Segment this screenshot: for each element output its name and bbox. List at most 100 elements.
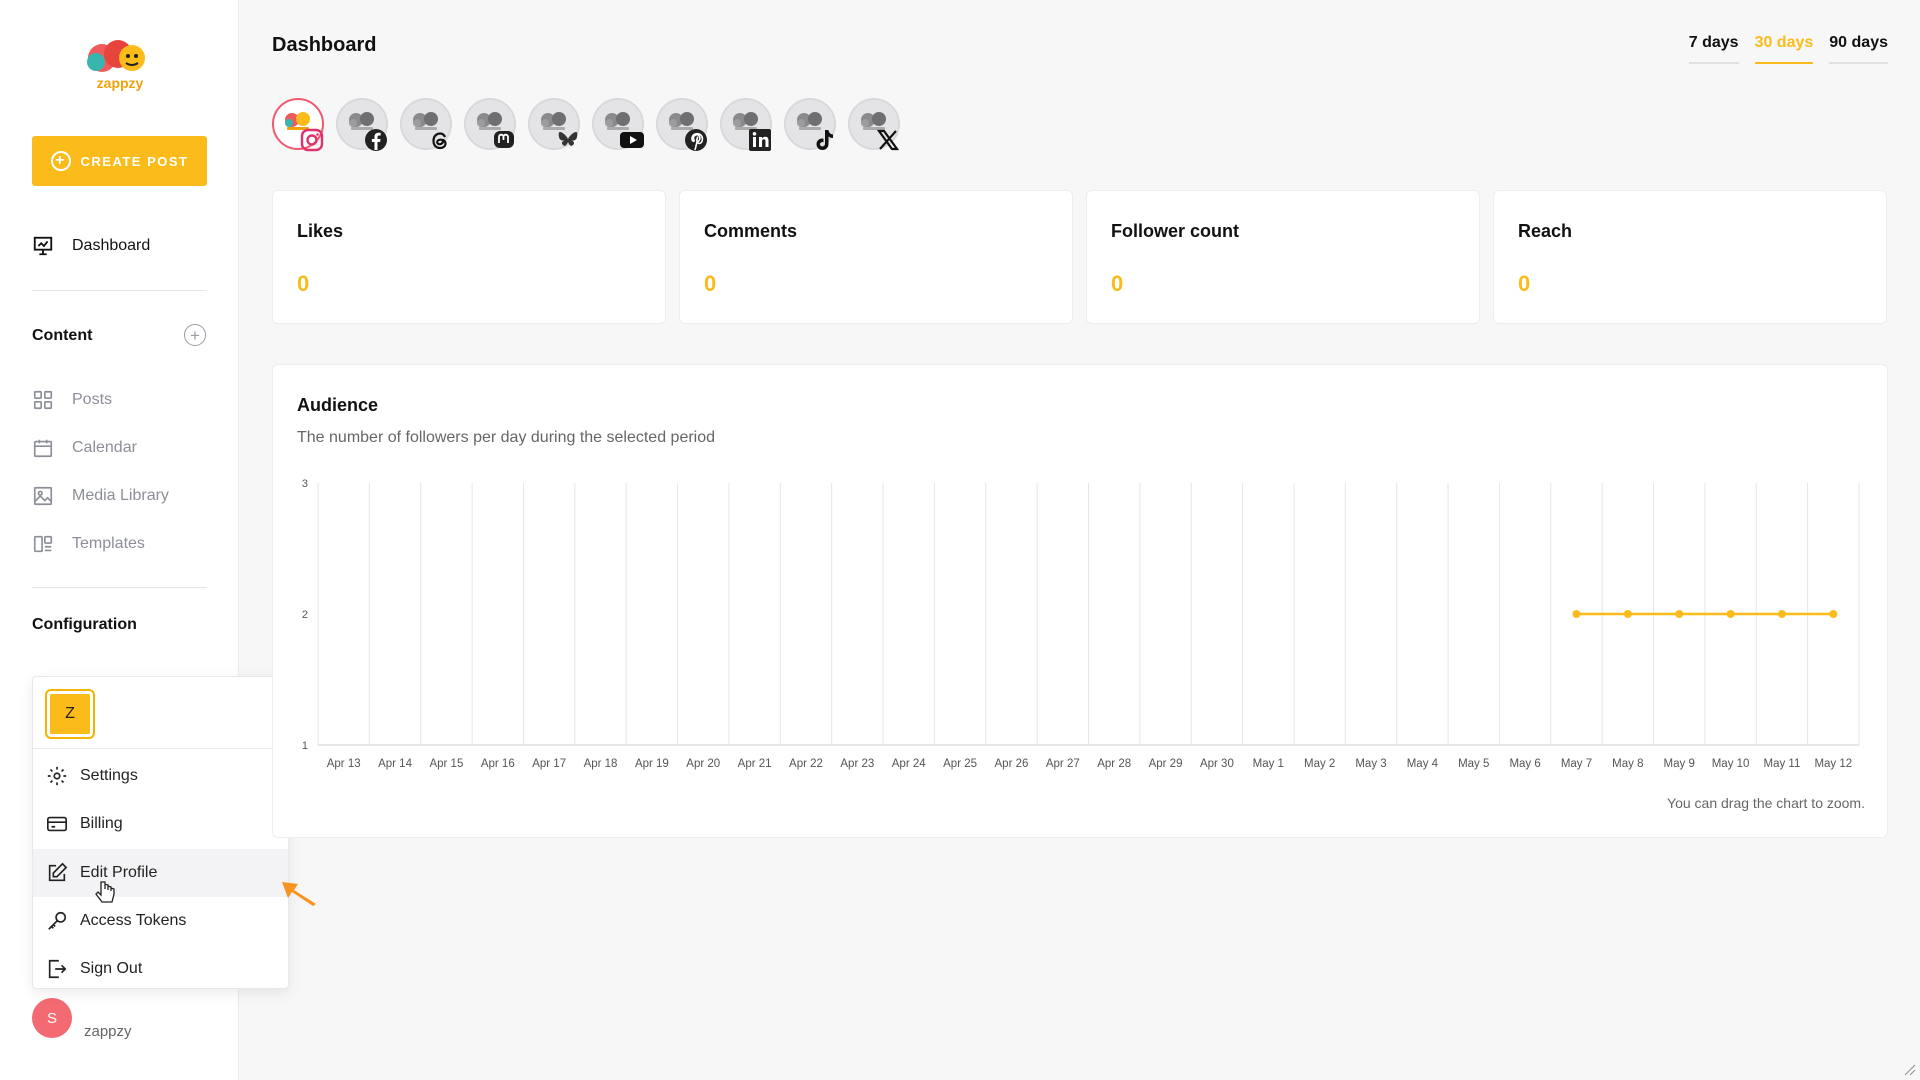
bluesky-icon bbox=[558, 132, 578, 146]
instagram-icon bbox=[300, 128, 324, 152]
chart-zoom-note: You can drag the chart to zoom. bbox=[1667, 795, 1865, 811]
threads-icon bbox=[432, 132, 447, 150]
youtube-icon bbox=[620, 132, 644, 148]
menu-divider bbox=[33, 748, 288, 749]
menu-item-sign-out[interactable]: Sign Out bbox=[33, 945, 288, 993]
stat-label: Comments bbox=[704, 221, 798, 241]
credit-card-icon bbox=[47, 816, 67, 832]
tab-7-days[interactable]: 7 days bbox=[1688, 34, 1739, 64]
sidebar-item-media-library[interactable]: Media Library bbox=[32, 485, 169, 507]
logo-text: zappzy bbox=[97, 75, 144, 91]
account-avatar-bluesky[interactable] bbox=[528, 98, 580, 150]
x-tick-label: May 5 bbox=[1458, 758, 1489, 770]
y-tick-label: 3 bbox=[302, 478, 308, 490]
chart-subtitle: The number of followers per day during t… bbox=[297, 429, 716, 446]
x-tick-label: May 7 bbox=[1561, 758, 1592, 770]
x-tick-label: Apr 19 bbox=[635, 758, 669, 770]
menu-item-settings[interactable]: Settings bbox=[33, 752, 288, 800]
stat-card-reach: Reach 0 bbox=[1493, 190, 1887, 324]
sidebar-divider bbox=[32, 587, 207, 588]
x-tick-label: May 11 bbox=[1764, 758, 1801, 770]
create-post-label: CREATE POST bbox=[80, 153, 189, 169]
menu-item-billing[interactable]: Billing bbox=[33, 800, 288, 848]
gear-icon bbox=[47, 766, 67, 786]
chart-title: Audience bbox=[297, 395, 379, 415]
x-tick-label: Apr 17 bbox=[532, 758, 566, 770]
linkedin-icon bbox=[749, 129, 771, 151]
account-avatar-linkedin[interactable] bbox=[720, 98, 772, 151]
sidebar-item-dashboard[interactable]: Dashboard bbox=[32, 235, 150, 257]
user-name: zappzy bbox=[84, 1023, 132, 1040]
x-tick-label: Apr 28 bbox=[1097, 758, 1131, 770]
stat-value: 0 bbox=[704, 271, 717, 296]
menu-item-edit-profile[interactable]: Edit Profile bbox=[33, 849, 288, 897]
account-avatar-facebook[interactable] bbox=[336, 98, 388, 151]
x-tick-label: Apr 25 bbox=[943, 758, 977, 770]
profile-menu: Z Settings Billing Edit Profile Access T… bbox=[32, 676, 289, 989]
facebook-icon bbox=[365, 129, 387, 151]
resize-grip-icon[interactable] bbox=[1902, 1062, 1916, 1076]
menu-item-label: Edit Profile bbox=[80, 864, 158, 881]
x-tick-label: Apr 16 bbox=[481, 758, 515, 770]
account-avatar-mastodon[interactable] bbox=[464, 98, 516, 150]
x-tick-label: May 12 bbox=[1814, 758, 1852, 770]
create-post-button[interactable]: + CREATE POST bbox=[32, 136, 207, 186]
workspace-avatar[interactable]: Z bbox=[45, 689, 95, 739]
stat-value: 0 bbox=[1518, 271, 1531, 296]
add-content-icon[interactable]: + bbox=[184, 324, 206, 346]
x-tick-label: Apr 30 bbox=[1200, 758, 1234, 770]
edit-icon bbox=[48, 862, 68, 882]
x-tick-label: May 10 bbox=[1712, 758, 1750, 770]
grid-icon bbox=[33, 390, 53, 410]
menu-item-access-tokens[interactable]: Access Tokens bbox=[33, 897, 288, 945]
stat-card-comments: Comments 0 bbox=[679, 190, 1073, 324]
sidebar-item-posts[interactable]: Posts bbox=[32, 389, 112, 411]
account-avatar-threads[interactable] bbox=[400, 98, 452, 150]
x-tick-label: May 4 bbox=[1407, 758, 1439, 770]
tiktok-icon bbox=[816, 130, 833, 150]
account-avatar-youtube[interactable] bbox=[592, 98, 644, 150]
account-avatar-tiktok[interactable] bbox=[784, 98, 836, 150]
sidebar-item-templates[interactable]: Templates bbox=[32, 533, 145, 555]
x-tick-label: May 8 bbox=[1612, 758, 1643, 770]
data-point bbox=[1572, 610, 1581, 618]
user-avatar[interactable]: S bbox=[32, 998, 72, 1038]
x-tick-label: Apr 14 bbox=[378, 758, 412, 770]
account-avatar-instagram[interactable] bbox=[272, 98, 324, 152]
sidebar-item-calendar[interactable]: Calendar bbox=[32, 437, 137, 459]
x-tick-label: May 9 bbox=[1664, 758, 1695, 770]
configuration-section-title: Configuration bbox=[32, 616, 137, 633]
y-tick-label: 1 bbox=[302, 740, 308, 752]
tab-90-days[interactable]: 90 days bbox=[1829, 34, 1888, 64]
x-tick-label: Apr 24 bbox=[892, 758, 926, 770]
templates-icon bbox=[33, 535, 53, 553]
sidebar-item-label: Templates bbox=[72, 535, 145, 552]
data-point bbox=[1675, 610, 1684, 618]
stat-label: Likes bbox=[297, 221, 344, 241]
x-tick-label: May 3 bbox=[1355, 758, 1386, 770]
content-section-title: Content bbox=[32, 327, 93, 344]
hand-cursor-icon bbox=[95, 881, 115, 903]
x-tick-label: Apr 23 bbox=[840, 758, 874, 770]
x-tick-label: Apr 27 bbox=[1046, 758, 1080, 770]
x-tick-label: Apr 22 bbox=[789, 758, 823, 770]
period-tabs: 7 days 30 days 90 days bbox=[1688, 34, 1888, 64]
data-point bbox=[1777, 610, 1786, 618]
zappzy-logo[interactable]: zappzy bbox=[80, 36, 160, 92]
x-tick-label: Apr 15 bbox=[429, 758, 463, 770]
sign-out-icon bbox=[48, 959, 67, 979]
x-icon bbox=[876, 129, 900, 151]
data-point bbox=[1829, 610, 1838, 618]
account-avatar-x[interactable] bbox=[848, 98, 900, 151]
pinterest-icon bbox=[685, 129, 707, 151]
x-tick-label: Apr 29 bbox=[1149, 758, 1183, 770]
sidebar-item-label: Posts bbox=[72, 391, 113, 408]
stat-value: 0 bbox=[297, 271, 310, 296]
menu-item-label: Access Tokens bbox=[80, 912, 187, 929]
account-avatar-pinterest[interactable] bbox=[656, 98, 708, 151]
key-icon bbox=[48, 911, 67, 930]
image-icon bbox=[33, 486, 53, 506]
stat-value: 0 bbox=[1111, 271, 1124, 296]
x-tick-label: Apr 13 bbox=[327, 758, 361, 770]
tab-30-days[interactable]: 30 days bbox=[1754, 34, 1814, 64]
